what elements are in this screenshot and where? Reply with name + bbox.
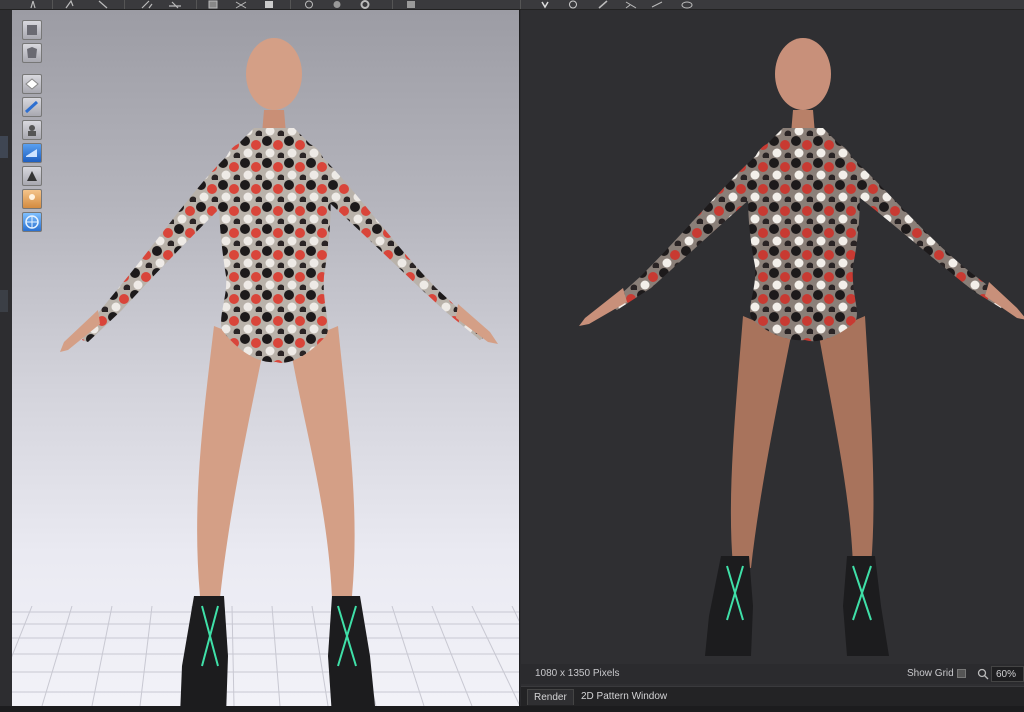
transform-icon[interactable]: [624, 0, 638, 9]
texture-icon[interactable]: [22, 143, 42, 163]
dock-tab-marker[interactable]: [0, 290, 8, 312]
skin-icon[interactable]: [22, 189, 42, 209]
bottom-border: [0, 706, 1024, 712]
tool-palette: [22, 20, 44, 235]
show-grid-label: Show Grid: [907, 668, 954, 679]
pose-icon[interactable]: [26, 0, 40, 9]
arrow-down-icon[interactable]: [538, 0, 552, 9]
avatar-pose-icon[interactable]: [22, 74, 42, 94]
grid-icon[interactable]: [234, 0, 248, 9]
measure-icon[interactable]: [22, 120, 42, 140]
tab-render[interactable]: Render: [527, 689, 574, 705]
sphere-icon[interactable]: [330, 0, 344, 9]
layer-icon[interactable]: [262, 0, 276, 9]
render-view[interactable]: [521, 10, 1024, 706]
cut-icon[interactable]: [140, 0, 154, 9]
select-icon[interactable]: [96, 0, 110, 9]
viewport-3d[interactable]: [12, 10, 520, 706]
left-dock-strip: [0, 10, 12, 712]
display-avatar-icon[interactable]: [22, 20, 42, 40]
zoom-value: 60%: [996, 669, 1017, 680]
pin-icon[interactable]: [206, 0, 220, 9]
zoom-input[interactable]: 60%: [991, 666, 1024, 682]
show-grid-checkbox[interactable]: [957, 669, 966, 678]
avatar-3d[interactable]: [42, 26, 512, 706]
ring-icon[interactable]: [680, 0, 694, 9]
shading-icon[interactable]: [22, 166, 42, 186]
avatar-render: [579, 38, 1024, 656]
render-icon[interactable]: [404, 0, 418, 9]
display-garment-icon[interactable]: [22, 43, 42, 63]
circle-icon[interactable]: [302, 0, 316, 9]
globe-icon[interactable]: [566, 0, 580, 9]
dock-tab-marker[interactable]: [0, 136, 8, 158]
arrow-icon[interactable]: [650, 0, 664, 9]
render-status-bar: 1080 x 1350 Pixels Show Grid 60%: [521, 664, 1024, 684]
top-toolbar: [0, 0, 1024, 10]
move-icon[interactable]: [64, 0, 78, 9]
environment-icon[interactable]: [22, 212, 42, 232]
app-window: 1080 x 1350 Pixels Show Grid 60% Render …: [0, 0, 1024, 712]
panel-tab-bar: Render 2D Pattern Window: [521, 686, 1024, 706]
sew-icon[interactable]: [168, 0, 182, 9]
edit-avatar-icon[interactable]: [22, 97, 42, 117]
tab-2d-pattern-window[interactable]: 2D Pattern Window: [575, 689, 673, 705]
zoom-icon: [977, 668, 989, 680]
image-size-label: 1080 x 1350 Pixels: [535, 668, 620, 679]
brush-icon[interactable]: [596, 0, 610, 9]
cloth-icon[interactable]: [358, 0, 372, 9]
